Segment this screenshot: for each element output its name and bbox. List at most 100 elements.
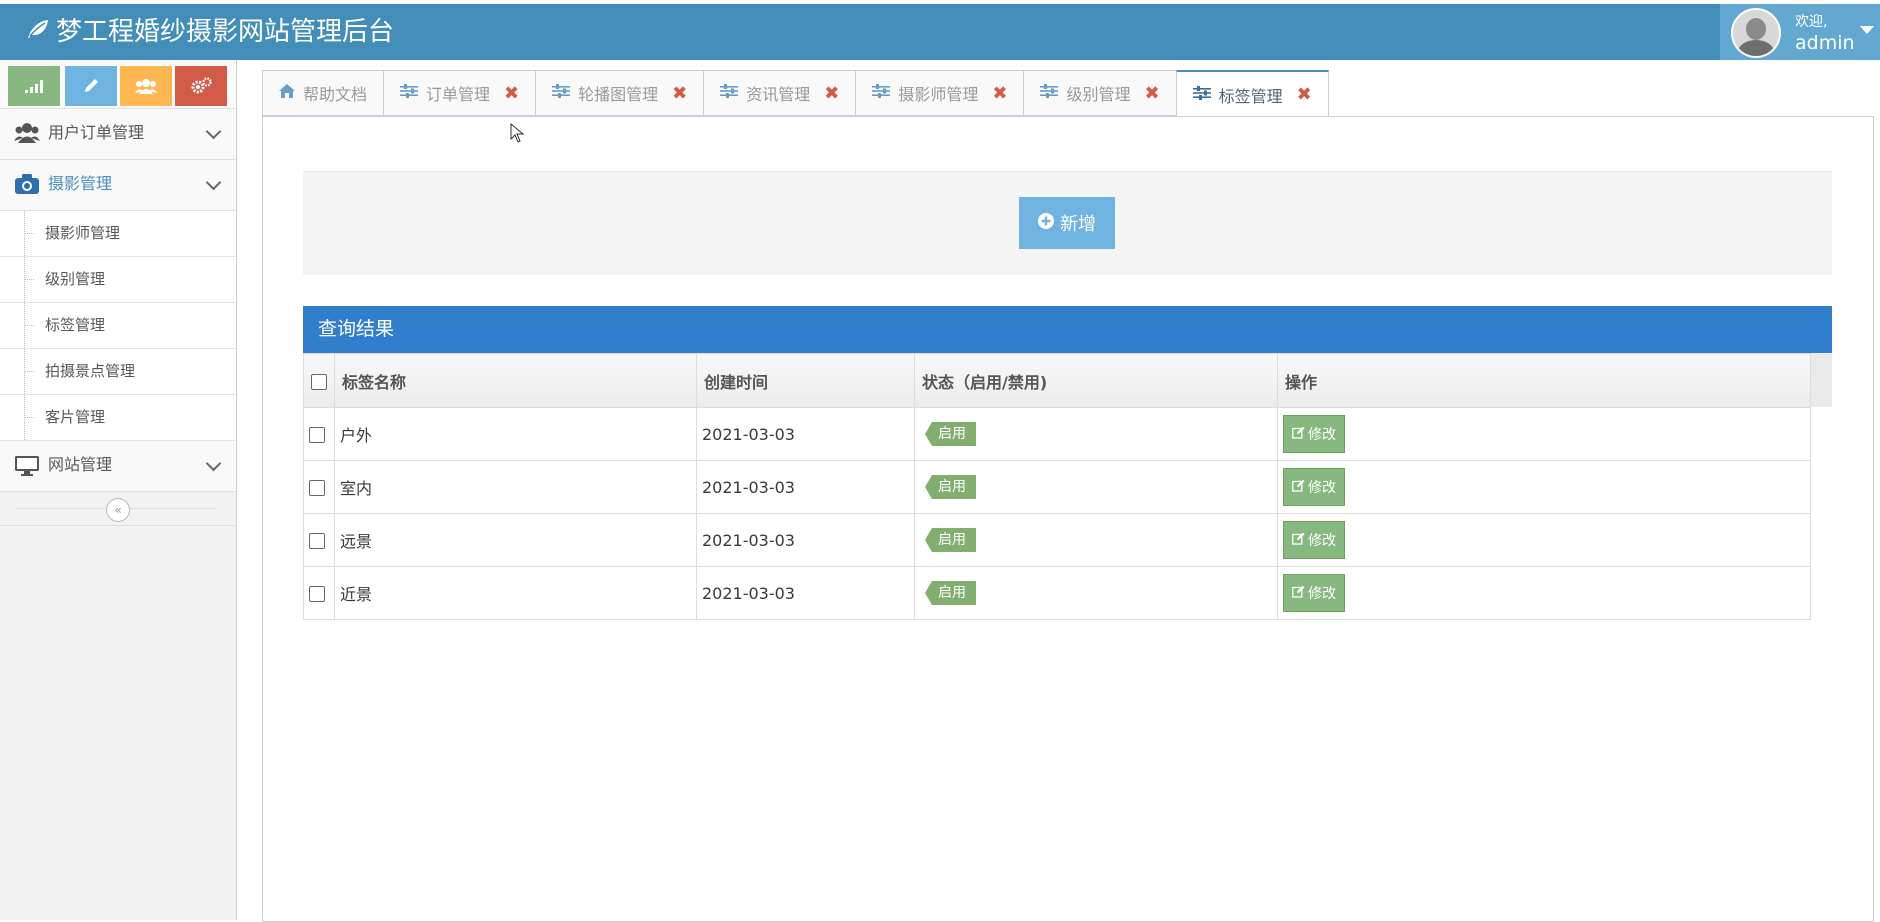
sidebar-item-label: 级别管理 — [45, 270, 106, 288]
tab-bar: 帮助文档 订单管理 ✖ 轮播图管理 ✖ 资讯管理 ✖ 摄影师管理 ✖ 级别管理 … — [262, 70, 1329, 118]
close-icon[interactable]: ✖ — [1297, 84, 1312, 105]
sidebar-item-locations[interactable]: 拍摄景点管理 — [0, 349, 236, 395]
tag-name: 户外 — [334, 407, 697, 461]
sidebar-shortcuts — [0, 60, 236, 109]
action-cell: 修改 — [1277, 513, 1811, 567]
row-select-cell — [303, 407, 335, 461]
chevron-down-icon — [205, 123, 222, 140]
tab-label: 帮助文档 — [303, 85, 368, 104]
table-row: 室内 2021-03-03 启用 修改 — [303, 460, 1811, 514]
nav-label: 摄影管理 — [48, 174, 113, 193]
sliders-icon — [552, 84, 571, 102]
leaf-icon — [26, 4, 50, 60]
status-cell: 启用 — [914, 566, 1278, 620]
row-select-cell — [303, 460, 335, 514]
select-all-checkbox[interactable] — [311, 373, 327, 390]
users-icon[interactable] — [120, 66, 172, 106]
nav-website-management[interactable]: 网站管理 — [0, 441, 236, 492]
app-brand[interactable]: 梦工程婚纱摄影网站管理后台 — [26, 4, 394, 60]
row-checkbox[interactable] — [309, 586, 325, 602]
edit-label: 修改 — [1308, 586, 1336, 602]
chevron-down-icon — [205, 455, 222, 472]
sidebar-item-tags[interactable]: 标签管理 — [0, 303, 236, 349]
close-icon[interactable]: ✖ — [824, 83, 839, 104]
nav-label: 网站管理 — [48, 455, 113, 474]
top-navbar: 梦工程婚纱摄影网站管理后台 欢迎, admin — [0, 4, 1880, 60]
column-header[interactable]: 创建时间 — [696, 353, 915, 408]
column-header[interactable]: 状态（启用/禁用) — [914, 353, 1278, 408]
cogs-icon[interactable] — [175, 66, 227, 106]
camera-icon — [14, 173, 40, 197]
sidebar-item-label: 标签管理 — [45, 316, 106, 334]
row-checkbox[interactable] — [309, 427, 325, 443]
tag-name: 远景 — [334, 513, 697, 567]
status-badge: 启用 — [925, 528, 976, 552]
home-icon — [279, 84, 295, 102]
tab-news[interactable]: 资讯管理 ✖ — [703, 70, 856, 116]
toolbar-area: 新增 — [303, 171, 1832, 275]
status-cell: 启用 — [914, 407, 1278, 461]
row-checkbox[interactable] — [309, 480, 325, 496]
sidebar-item-client-photos[interactable]: 客片管理 — [0, 395, 236, 441]
sidebar: 用户订单管理 摄影管理 摄影师管理 级别管理 标签管理 拍摄景点管理 客片管理 … — [0, 60, 237, 920]
sliders-icon — [1192, 85, 1211, 104]
edit-button[interactable]: 修改 — [1283, 574, 1345, 612]
user-menu[interactable]: 欢迎, admin — [1720, 4, 1880, 60]
add-button[interactable]: 新增 — [1019, 197, 1115, 249]
edit-icon — [1292, 532, 1305, 549]
tab-help[interactable]: 帮助文档 — [262, 70, 384, 116]
select-all-cell — [303, 353, 335, 408]
tab-carousel[interactable]: 轮播图管理 ✖ — [535, 70, 704, 116]
pencil-icon[interactable] — [65, 66, 117, 106]
users-icon — [14, 122, 40, 146]
results-title: 查询结果 — [318, 318, 395, 340]
tab-label: 轮播图管理 — [578, 85, 659, 104]
row-checkbox[interactable] — [309, 533, 325, 549]
sidebar-item-label: 拍摄景点管理 — [45, 362, 136, 380]
column-header[interactable]: 标签名称 — [334, 353, 697, 408]
tab-label: 资讯管理 — [746, 85, 811, 104]
row-select-cell — [303, 566, 335, 620]
sidebar-item-label: 客片管理 — [45, 408, 106, 426]
status-badge: 启用 — [925, 475, 976, 499]
nav-user-orders[interactable]: 用户订单管理 — [0, 109, 236, 160]
status-cell: 启用 — [914, 460, 1278, 514]
app-title: 梦工程婚纱摄影网站管理后台 — [56, 17, 395, 47]
nav-photo-management[interactable]: 摄影管理 — [0, 160, 236, 211]
stats-icon[interactable] — [8, 66, 60, 106]
action-cell: 修改 — [1277, 407, 1811, 461]
close-icon[interactable]: ✖ — [672, 83, 687, 104]
tab-label: 级别管理 — [1066, 85, 1131, 104]
edit-label: 修改 — [1308, 533, 1336, 549]
action-cell: 修改 — [1277, 566, 1811, 620]
table-header-row: 标签名称 创建时间 状态（启用/禁用) 操作 — [303, 353, 1811, 408]
edit-button[interactable]: 修改 — [1283, 468, 1345, 506]
edit-label: 修改 — [1308, 427, 1336, 443]
table-row: 户外 2021-03-03 启用 修改 — [303, 407, 1811, 461]
sidebar-item-label: 摄影师管理 — [45, 224, 121, 242]
created-date: 2021-03-03 — [696, 407, 915, 461]
table-row: 近景 2021-03-03 启用 修改 — [303, 566, 1811, 620]
tab-label: 订单管理 — [426, 85, 491, 104]
sliders-icon — [1040, 84, 1059, 102]
tab-levels[interactable]: 级别管理 ✖ — [1023, 70, 1176, 116]
close-icon[interactable]: ✖ — [992, 83, 1007, 104]
sidebar-item-photographers[interactable]: 摄影师管理 — [0, 211, 236, 257]
sidebar-item-levels[interactable]: 级别管理 — [0, 257, 236, 303]
edit-button[interactable]: 修改 — [1283, 415, 1345, 453]
edit-icon — [1292, 426, 1305, 443]
edit-button[interactable]: 修改 — [1283, 521, 1345, 559]
close-icon[interactable]: ✖ — [504, 83, 519, 104]
tab-orders[interactable]: 订单管理 ✖ — [383, 70, 536, 116]
edit-icon — [1292, 585, 1305, 602]
close-icon[interactable]: ✖ — [1144, 83, 1159, 104]
tab-photographers[interactable]: 摄影师管理 ✖ — [855, 70, 1024, 116]
results-scroll-gutter — [1810, 353, 1832, 407]
nav-label: 用户订单管理 — [48, 123, 145, 142]
tag-name: 近景 — [334, 566, 697, 620]
plus-circle-icon — [1038, 212, 1054, 234]
tab-tags[interactable]: 标签管理 ✖ — [1175, 70, 1329, 118]
tag-name: 室内 — [334, 460, 697, 514]
chevron-down-icon — [205, 174, 222, 191]
double-angle-left-icon[interactable]: « — [106, 498, 130, 522]
